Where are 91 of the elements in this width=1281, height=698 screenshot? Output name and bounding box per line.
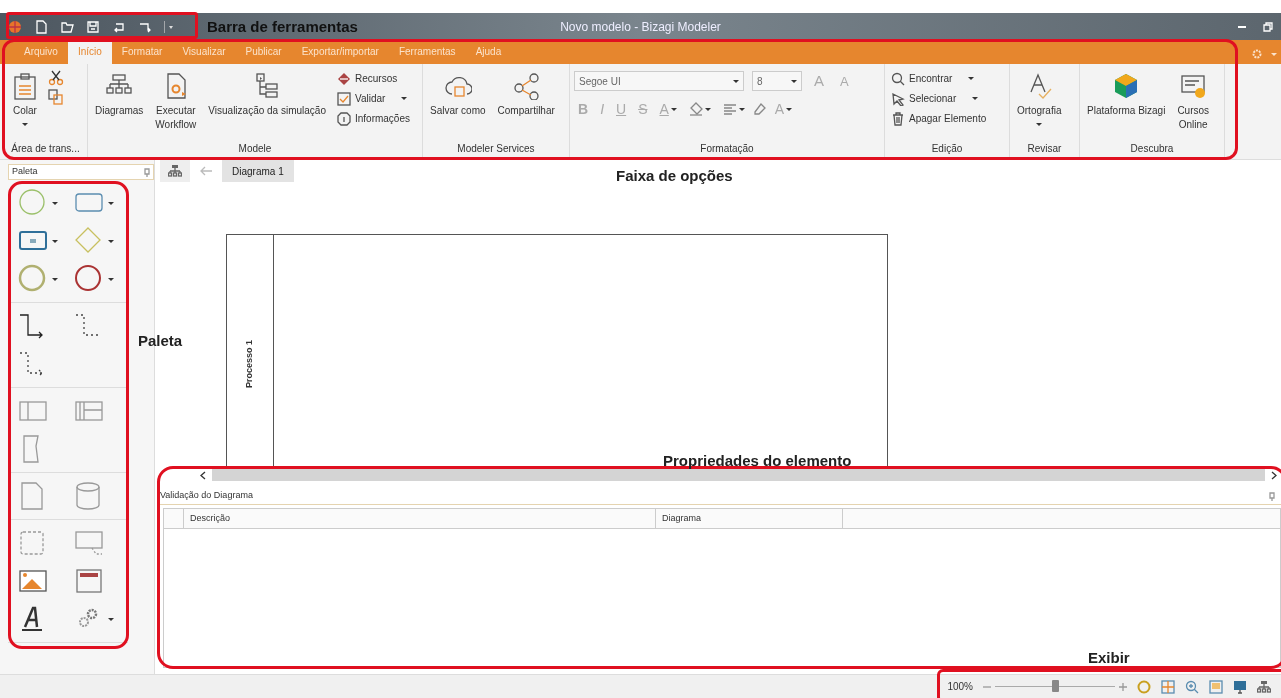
group-label: Formatação <box>699 142 755 156</box>
caret-icon[interactable] <box>1271 52 1277 56</box>
monitor-icon[interactable] <box>1233 679 1247 694</box>
ribbon-button[interactable]: Executar Workflow <box>152 70 200 133</box>
search-icon <box>891 71 905 86</box>
caret-icon <box>670 107 677 111</box>
pin-icon[interactable] <box>144 167 150 177</box>
checkbox-icon <box>336 91 351 106</box>
annotation-label: Exibir <box>1088 648 1130 668</box>
group-label: Área de trans... <box>10 141 81 156</box>
share-icon <box>512 72 541 100</box>
clipboard-icon <box>11 72 39 100</box>
ribbon-button[interactable]: Informações <box>334 110 412 127</box>
group-label: Modele <box>237 142 273 156</box>
zoom-fit-icon[interactable] <box>1137 679 1151 694</box>
ribbon-button[interactable]: Ortografia <box>1014 70 1065 128</box>
trash-icon <box>891 111 905 126</box>
ribbon-button[interactable]: Recursos <box>334 70 412 87</box>
caret-icon <box>108 239 114 243</box>
caret-icon <box>108 201 114 205</box>
zoom-in-icon[interactable] <box>1185 679 1199 694</box>
caret-icon <box>52 277 58 281</box>
caret-icon <box>733 79 739 83</box>
annotation-label: Faixa de opções <box>616 166 733 186</box>
annotation-label: Barra de ferramentas <box>207 17 358 37</box>
group-label: Descubra <box>1129 142 1175 156</box>
course-screen-icon <box>1179 72 1208 100</box>
lane-label: Processo 1 <box>243 340 256 388</box>
hierarchy-icon <box>168 164 182 178</box>
caret-icon <box>786 107 793 111</box>
group-label: Revisar <box>1026 142 1063 156</box>
annotation-label: Propriedades do elemento <box>663 451 852 471</box>
cursor-select-icon <box>891 91 905 106</box>
ribbon-button[interactable]: Salvar como <box>427 70 489 120</box>
ribbon-button[interactable]: Validar <box>334 90 412 107</box>
ribbon-button[interactable]: Colar <box>8 70 42 128</box>
scrollbar[interactable] <box>212 469 1265 481</box>
group-label: Modeler Services <box>456 142 536 156</box>
ribbon-button[interactable]: Selecionar <box>889 90 989 107</box>
save-icon[interactable] <box>86 19 100 34</box>
font-name: Segoe UI <box>579 74 621 89</box>
overview-button[interactable] <box>160 160 190 182</box>
align-icon <box>722 102 737 116</box>
annotation-label: Paleta <box>138 331 183 351</box>
intermediate-event-icon[interactable] <box>18 264 48 294</box>
new-file-icon[interactable] <box>34 19 48 34</box>
back-arrow-icon[interactable] <box>200 166 212 176</box>
group-label: Edição <box>930 142 964 156</box>
caret-icon <box>738 107 745 111</box>
restore-icon[interactable] <box>1263 21 1273 32</box>
column-header: Diagrama <box>656 509 843 528</box>
customize-icon[interactable] <box>164 19 174 34</box>
logo-icon[interactable] <box>8 19 22 34</box>
font-size: 8 <box>757 74 763 89</box>
scroll-right-icon[interactable] <box>1271 470 1277 480</box>
end-event-icon[interactable] <box>74 264 104 294</box>
caret-icon <box>52 201 58 205</box>
open-file-icon[interactable] <box>60 19 74 34</box>
resources-icon <box>336 71 351 86</box>
ribbon-button[interactable]: Cursos Online <box>1174 70 1213 133</box>
pin-icon[interactable] <box>1269 491 1275 501</box>
caret-icon <box>108 617 114 621</box>
start-event-icon[interactable] <box>18 188 48 218</box>
ribbon-button[interactable]: Apagar Elemento <box>889 110 989 127</box>
header-icon[interactable] <box>74 566 104 596</box>
scroll-left-icon[interactable] <box>200 470 206 480</box>
caret-icon <box>108 277 114 281</box>
window-title: Novo modelo - Bizagi Modeler <box>560 18 721 36</box>
caret-icon <box>791 79 797 83</box>
frame-icon[interactable] <box>1209 679 1223 694</box>
diagram-tab[interactable]: Diagrama 1 <box>222 160 294 182</box>
annotation-icon[interactable] <box>74 528 104 558</box>
grid-icon[interactable] <box>1161 679 1175 694</box>
zoom-slider[interactable] <box>983 682 1127 691</box>
ribbon-button[interactable]: Diagramas <box>92 70 147 120</box>
panel-title: Paleta <box>12 165 38 179</box>
ribbon-button[interactable]: Compartilhar <box>494 70 558 120</box>
gear-icon[interactable] <box>1251 48 1263 60</box>
plus-icon <box>1119 682 1127 691</box>
scissors-icon[interactable] <box>48 70 64 86</box>
ribbon-button[interactable]: Plataforma Bizagi <box>1084 70 1169 120</box>
ribbon-button[interactable]: Encontrar <box>889 70 989 87</box>
ribbon-button[interactable]: Visualização da simulação <box>205 70 329 120</box>
caret-icon <box>704 107 711 111</box>
overview-icon[interactable] <box>1257 679 1271 694</box>
info-icon <box>336 111 351 126</box>
zoom-level: 100% <box>947 680 973 694</box>
paint-bucket-icon <box>688 102 703 116</box>
panel-title: Validação do Diagrama <box>160 489 253 503</box>
column-header: Descrição <box>184 509 656 528</box>
caret-icon <box>52 239 58 243</box>
